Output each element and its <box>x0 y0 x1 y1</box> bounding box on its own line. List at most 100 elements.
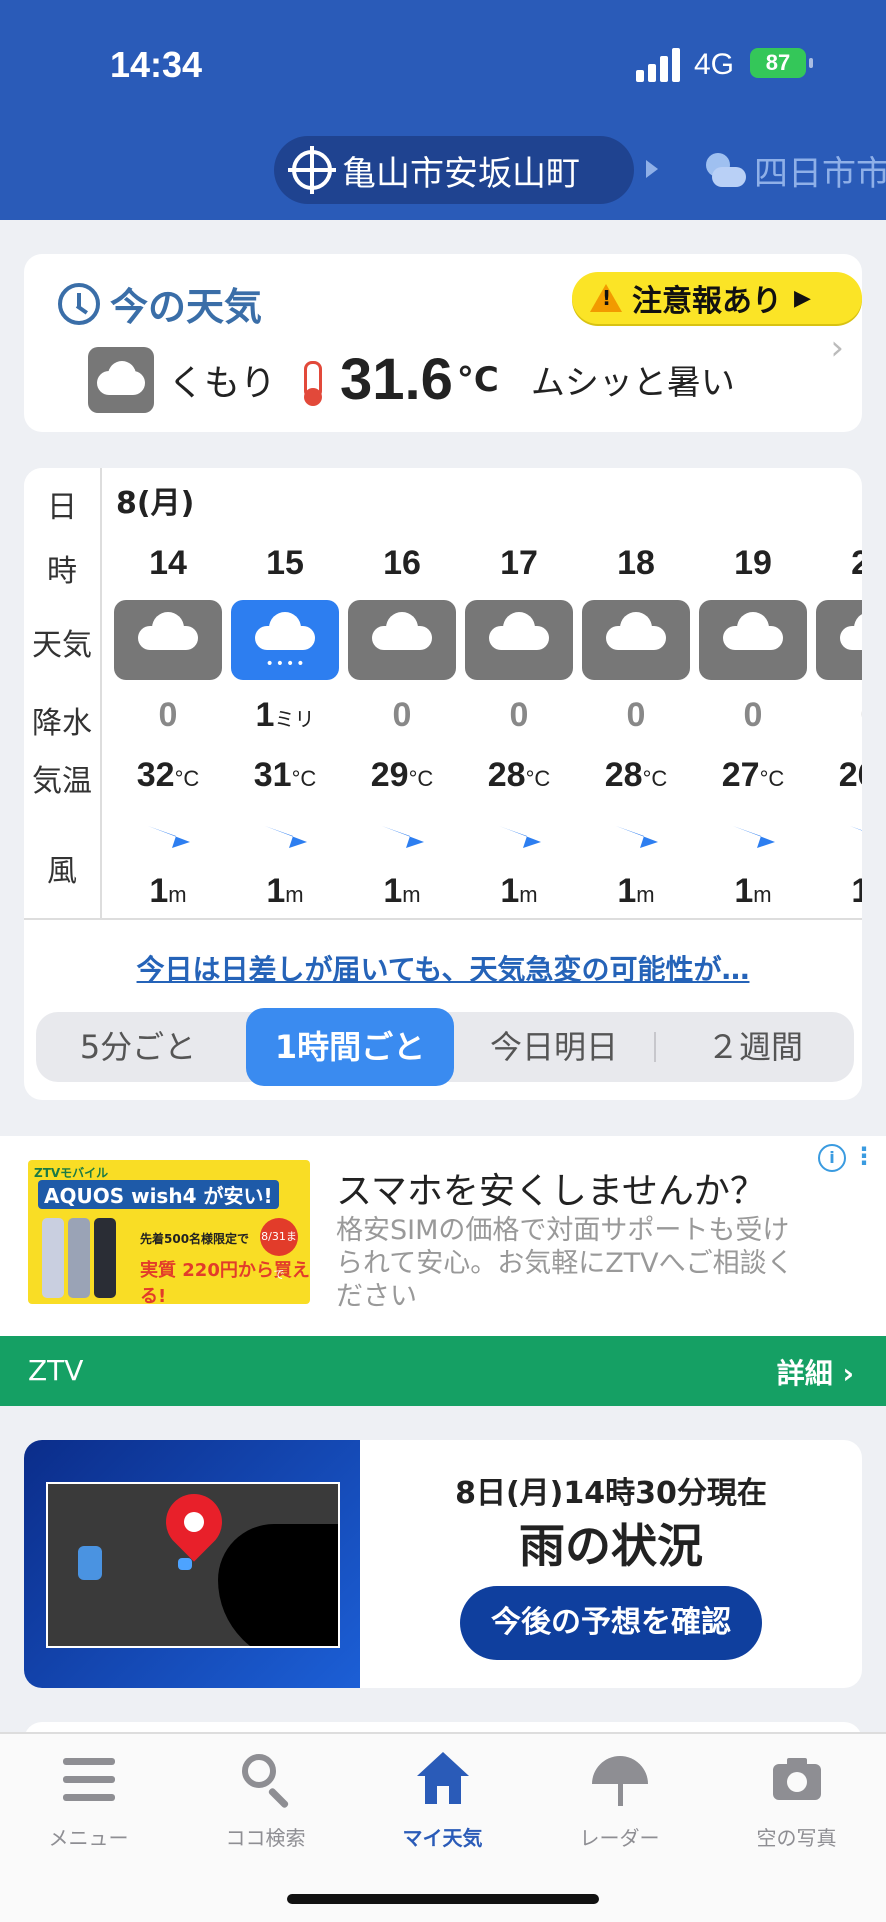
hour-label: 18 <box>617 544 655 582</box>
condition-text: くもり <box>168 362 277 404</box>
cloudy-icon <box>88 346 154 413</box>
next-location-tab[interactable]: 四日市市 <box>702 146 886 195</box>
wind-direction-icon <box>616 826 658 848</box>
radar-map-panel[interactable] <box>24 1440 360 1688</box>
feels-like-text: ムシッと暑い <box>530 363 735 403</box>
hour-label: 16 <box>383 544 421 582</box>
ad-headline[interactable]: スマホを安くしませんか？ <box>336 1162 766 1214</box>
more-icon[interactable]: ⋮ <box>852 1142 876 1170</box>
current-title-text: 今の天気 <box>110 285 263 329</box>
hour-label: 19 <box>734 544 772 582</box>
hour-column[interactable]: 19 0 27°C 1m <box>697 468 809 918</box>
divider <box>24 918 862 920</box>
label-weather: 天気 <box>32 628 92 663</box>
bay-shape <box>218 1524 338 1646</box>
current-weather-card[interactable]: 今の天気 注意報あり ▶ › くもり 31.6 °C ムシッと暑い <box>24 254 862 432</box>
hour-column[interactable]: 16 0 29°C 1m <box>346 468 458 918</box>
tab-sky-photos[interactable]: 空の写真 <box>708 1752 885 1851</box>
cloudy-icon <box>699 600 807 680</box>
clock-icon <box>58 282 100 325</box>
radar-timestamp: 8日(月)14時30分現在 <box>455 1476 767 1511</box>
precip-value: 0 <box>158 696 178 734</box>
menu-icon <box>59 1752 119 1808</box>
hour-column[interactable]: 20 0 26°C 1m <box>814 468 862 918</box>
cloudy-icon <box>816 600 862 680</box>
umbrella-icon <box>590 1752 650 1808</box>
radar-title: 雨の状況 <box>519 1519 703 1573</box>
chevron-right-icon: ▶ <box>794 285 811 311</box>
wind-speed: 1m <box>266 872 304 910</box>
chevron-right-icon: › <box>830 328 844 368</box>
hour-label: 17 <box>500 544 538 582</box>
temp-value: 29°C <box>370 756 434 794</box>
ad-image-brand: ZTVモバイル <box>34 1166 109 1180</box>
thermometer-icon <box>304 360 323 406</box>
hour-column[interactable]: 15 •••• 1ミリ 31°C 1m <box>229 468 341 918</box>
hour-column[interactable]: 14 0 32°C 1m <box>112 468 224 918</box>
cloudy-icon <box>582 600 690 680</box>
label-day: 日 <box>47 490 77 525</box>
wind-speed: 1m <box>617 872 655 910</box>
tab-label: 空の写真 <box>756 1826 837 1850</box>
precip-value: 0 <box>814 696 862 735</box>
ad-details-link[interactable]: 詳細 › <box>777 1352 854 1392</box>
ad-footer[interactable]: ZTV 詳細 › <box>0 1336 886 1406</box>
segment-hourly[interactable]: 1時間ごと <box>246 1008 454 1086</box>
wind-speed: 1m <box>851 872 862 910</box>
precip-value: 1ミリ <box>255 696 315 734</box>
label-wind: 風 <box>47 854 77 889</box>
precip-value: 0 <box>509 696 529 734</box>
rain-area <box>78 1546 102 1580</box>
label-precip: 降水 <box>32 706 92 741</box>
info-icon[interactable]: i <box>818 1144 846 1172</box>
next-location-name: 四日市市 <box>754 154 886 194</box>
weather-notice-link[interactable]: 今日は日差しが届いても、天気急変の可能性が… <box>24 948 862 988</box>
temp-value: 26°C <box>838 756 862 794</box>
status-time: 14:34 <box>110 44 203 85</box>
ad-image-badge: 8/31まで <box>260 1218 298 1281</box>
tab-label: ココ検索 <box>225 1826 306 1850</box>
wind-speed: 1m <box>734 872 772 910</box>
tab-label: メニュー <box>48 1826 129 1850</box>
radar-map <box>46 1482 340 1648</box>
wind-direction-icon <box>850 826 862 831</box>
temperature-unit: °C <box>456 359 499 400</box>
alert-badge[interactable]: 注意報あり ▶ <box>572 272 862 324</box>
current-location-button[interactable]: 亀山市安坂山町 <box>274 136 634 204</box>
ad-body: 格安SIMの価格で対面サポートも受けられて安心。お気軽にZTVへご相談ください <box>336 1215 794 1312</box>
temp-value: 27°C <box>721 756 785 794</box>
wind-direction-icon <box>382 826 424 848</box>
rain-radar-card[interactable]: 8日(月)14時30分現在 雨の状況 今後の予想を確認 <box>24 1440 862 1688</box>
home-indicator <box>287 1894 599 1904</box>
location-pin-icon <box>154 1484 234 1562</box>
ad-image[interactable]: ZTVモバイル AQUOS wish4 が安い! 先着500名様限定で 実質 2… <box>28 1160 310 1304</box>
tab-my-weather[interactable]: マイ天気 <box>354 1752 531 1851</box>
search-icon <box>236 1752 296 1809</box>
tab-label: レーダー <box>579 1826 660 1850</box>
wind-direction-icon <box>733 826 775 848</box>
home-icon <box>413 1752 473 1808</box>
wind-speed: 1m <box>500 872 538 910</box>
temp-value: 31°C <box>253 756 317 794</box>
precip-value: 0 <box>626 696 646 734</box>
segment-5min[interactable]: 5分ごと <box>36 1012 240 1082</box>
wind-speed: 1m <box>149 872 187 910</box>
interval-segmented-control: 5分ごと 1時間ごと 今日明日 ２週間 <box>36 1008 854 1086</box>
current-conditions: くもり 31.6 °C ムシッと暑い <box>88 346 735 413</box>
hour-column[interactable]: 17 0 28°C 1m <box>463 468 575 918</box>
tab-menu[interactable]: メニュー <box>0 1752 177 1851</box>
crosshair-icon <box>288 146 336 194</box>
ad-image-headline: AQUOS wish4 が安い! <box>38 1180 279 1209</box>
wind-direction-icon <box>148 826 190 848</box>
hour-column[interactable]: 18 0 28°C 1m <box>580 468 692 918</box>
temp-value: 32°C <box>136 756 200 794</box>
label-hour: 時 <box>47 554 77 589</box>
tab-radar[interactable]: レーダー <box>531 1752 708 1851</box>
tab-search[interactable]: ココ検索 <box>177 1752 354 1851</box>
ad-banner[interactable]: ZTVモバイル AQUOS wish4 が安い! 先着500名様限定で 実質 2… <box>0 1136 886 1406</box>
ad-image-limit: 先着500名様限定で <box>140 1232 250 1246</box>
segment-today-tomorrow[interactable]: 今日明日 <box>454 1012 654 1082</box>
segment-2weeks[interactable]: ２週間 <box>656 1012 854 1082</box>
hourly-forecast-card: 日 時 天気 降水 気温 風 8(月) 14 0 32°C 1m 15 •••• 1ミリ 31… <box>24 468 862 1100</box>
view-forecast-button[interactable]: 今後の予想を確認 <box>460 1586 762 1660</box>
